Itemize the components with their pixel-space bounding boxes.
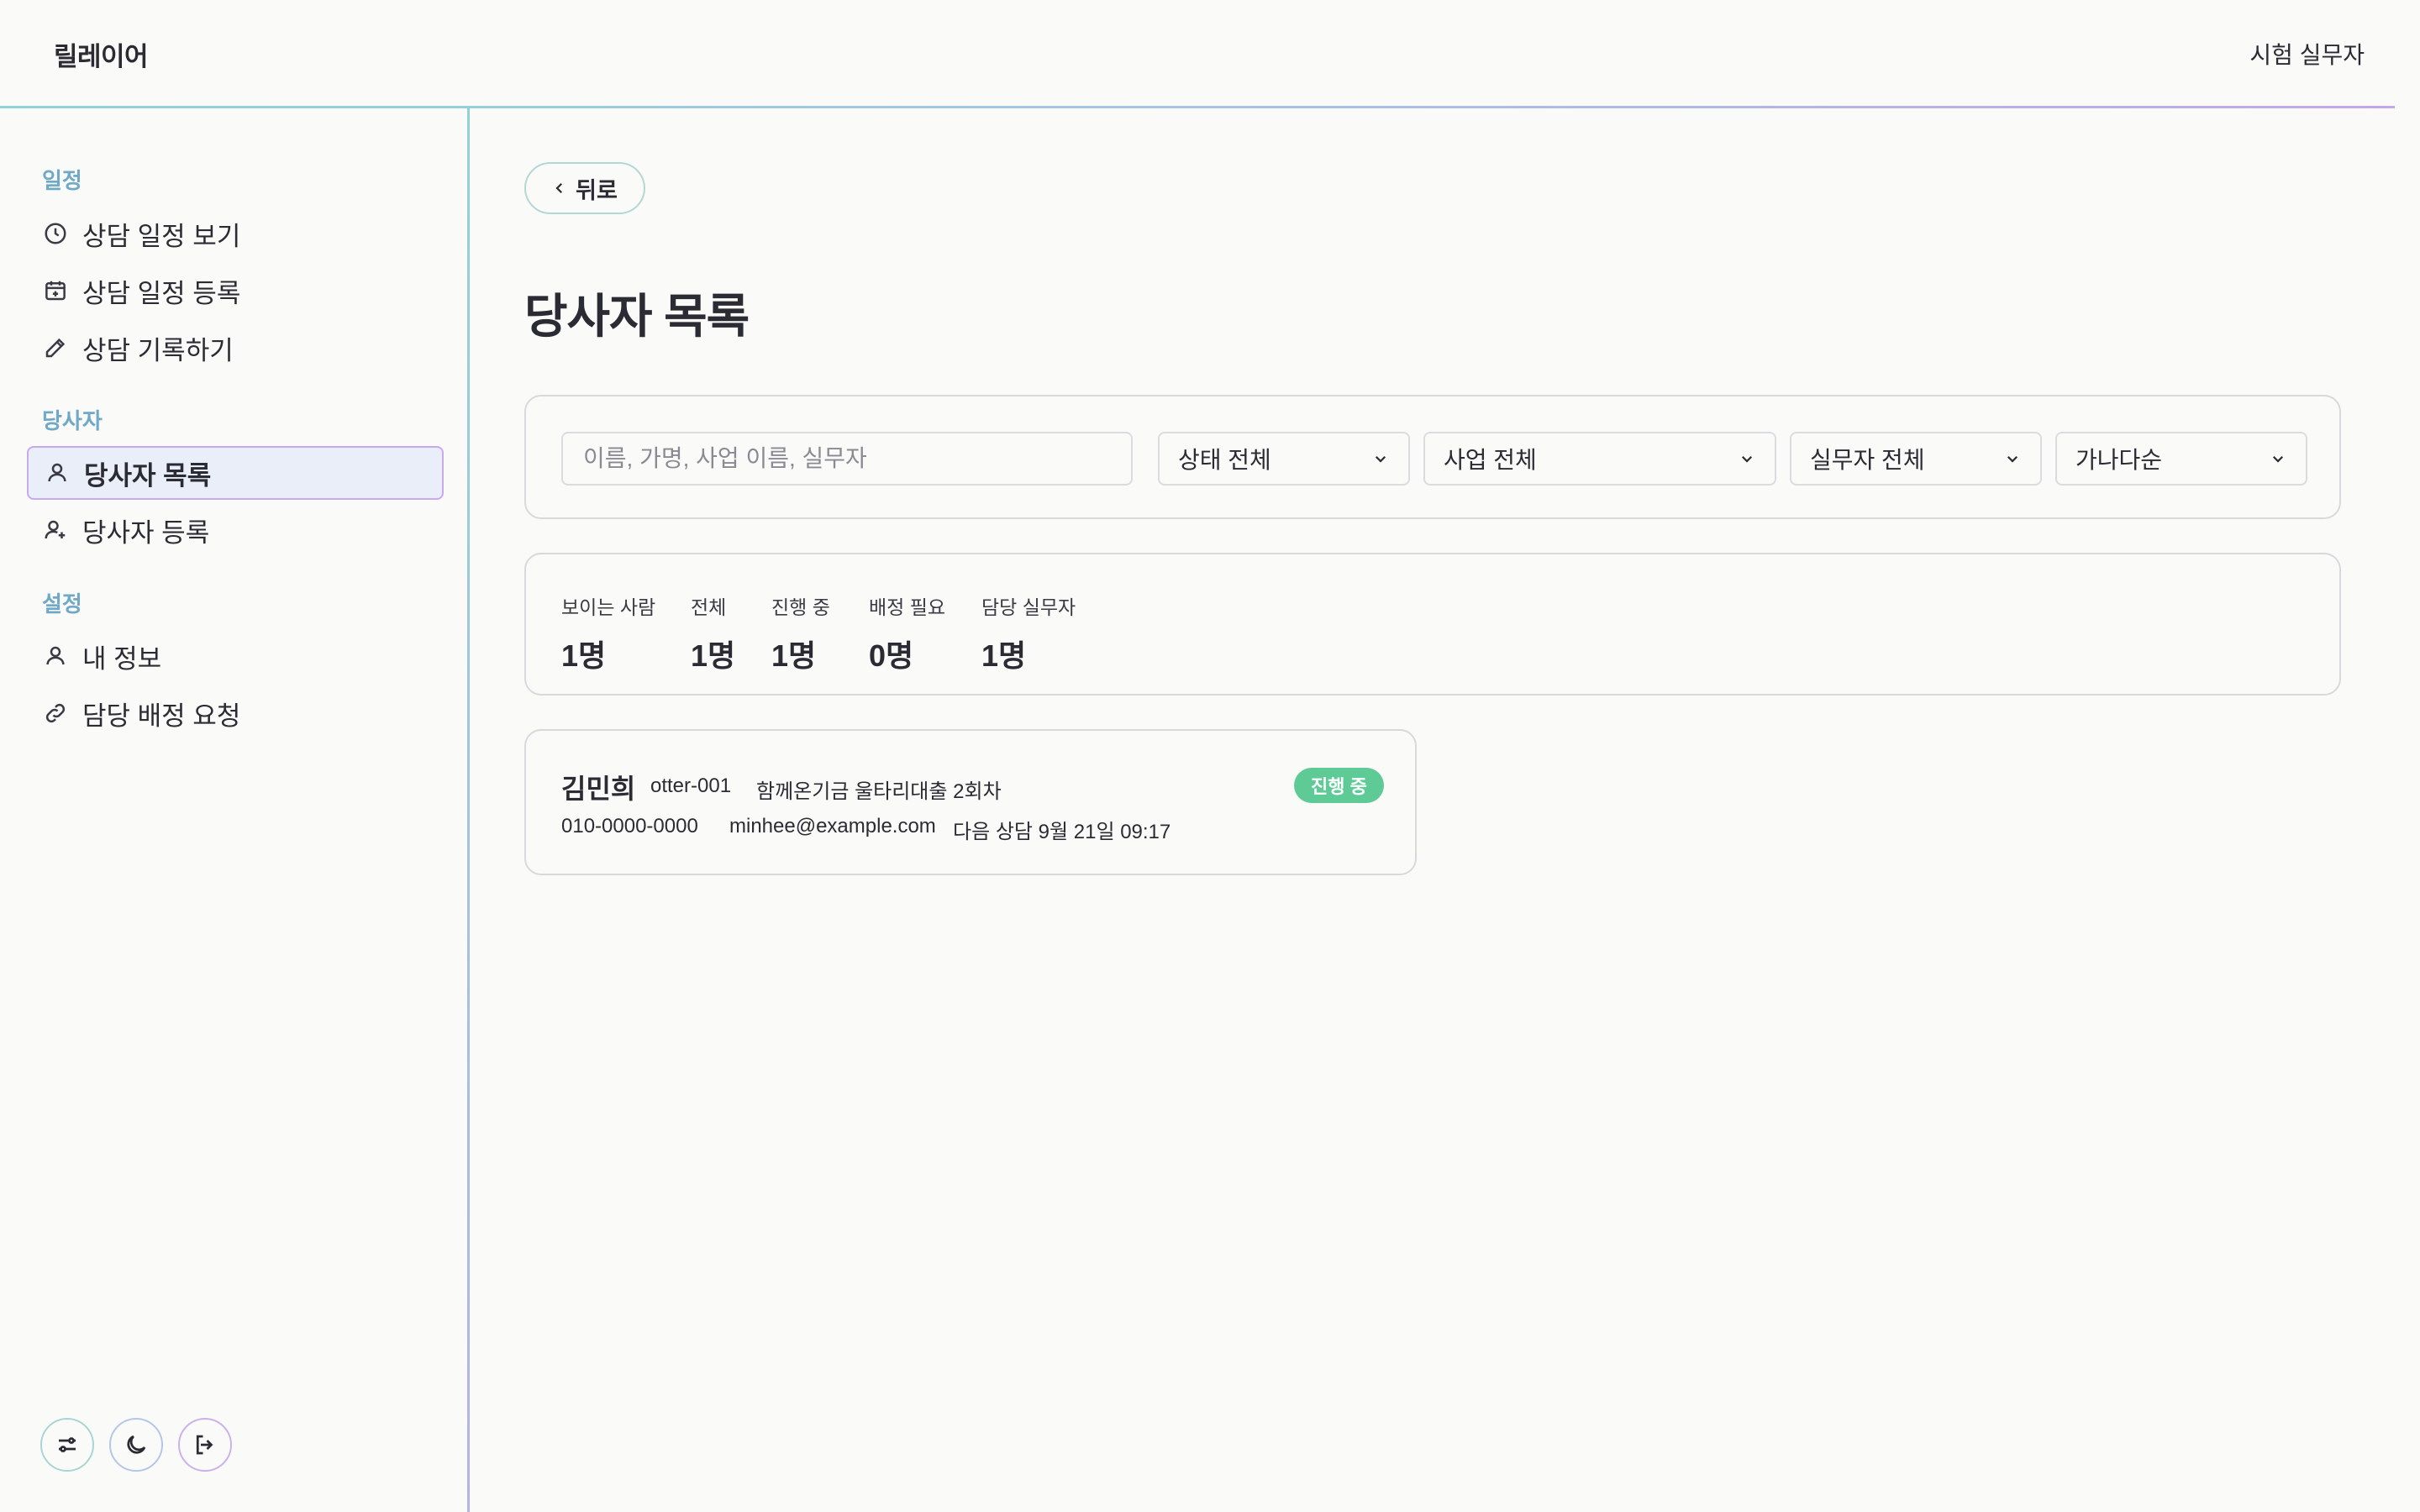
sidebar-item-my-info[interactable]: 내 정보 (27, 629, 444, 683)
app-brand[interactable]: 릴레이어 (54, 35, 149, 73)
person-next-session: 다음 상담 9월 21일 09:17 (953, 821, 1171, 843)
stat-workers: 담당 실무자 1명 (981, 591, 1076, 675)
sidebar-item-assignment-request[interactable]: 담당 배정 요청 (27, 686, 444, 740)
stat-value: 1명 (771, 638, 817, 673)
person-card[interactable]: 김민희 otter-001 함께온기금 울타리대출 2회차 진행 중 010-0… (524, 729, 1417, 875)
sidebar-item-label: 당사자 목록 (84, 460, 212, 491)
stats-panel: 보이는 사람 1명 전체 1명 진행 중 1명 배정 필요 0명 담당 실무자 … (524, 553, 2341, 696)
sidebar-item-record[interactable]: 상담 기록하기 (27, 321, 444, 375)
sidebar-footer (40, 1418, 232, 1472)
sidebar-item-people-list[interactable]: 당사자 목록 (27, 446, 444, 500)
chevron-down-icon (1373, 451, 1388, 466)
nav-section-settings: 설정 (42, 591, 82, 617)
current-user-name[interactable]: 시험 실무자 (2249, 37, 2365, 71)
chevron-left-icon (552, 181, 567, 196)
worker-filter-select[interactable]: 실무자 전체 (1790, 432, 2042, 486)
stat-label: 담당 실무자 (981, 596, 1076, 618)
person-program: 함께온기금 울타리대출 2회차 (756, 780, 1002, 803)
settings-button[interactable] (40, 1418, 94, 1472)
moon-icon (124, 1432, 149, 1457)
stat-total: 전체 1명 (691, 591, 735, 675)
stat-label: 진행 중 (771, 596, 830, 618)
person-email: minhee@example.com (729, 815, 936, 837)
chevron-down-icon (2270, 451, 2286, 466)
sort-value: 가나다순 (2075, 447, 2163, 473)
theme-toggle-button[interactable] (109, 1418, 163, 1472)
sidebar-item-label: 상담 기록하기 (82, 335, 234, 365)
sort-select[interactable]: 가나다순 (2055, 432, 2307, 486)
top-header: 릴레이어 시험 실무자 (0, 0, 2420, 108)
user-icon (42, 643, 69, 669)
program-filter-value: 사업 전체 (1444, 447, 1537, 473)
status-filter-select[interactable]: 상태 전체 (1158, 432, 1410, 486)
person-name: 김민희 (561, 774, 636, 804)
program-filter-select[interactable]: 사업 전체 (1423, 432, 1776, 486)
sidebar-item-label: 상담 일정 등록 (82, 278, 241, 308)
search-input[interactable] (561, 432, 1133, 486)
stat-label: 보이는 사람 (561, 596, 656, 618)
sidebar-item-label: 상담 일정 보기 (82, 221, 241, 251)
sidebar-item-label: 담당 배정 요청 (82, 701, 241, 731)
pencil-icon (42, 334, 69, 361)
user-icon (44, 459, 71, 486)
nav-section-people: 당사자 (42, 408, 103, 433)
nav-section-schedule: 일정 (42, 168, 82, 193)
stat-label: 전체 (691, 596, 727, 618)
filter-bar: 상태 전체 사업 전체 실무자 전체 가나다순 (524, 395, 2341, 519)
sidebar-item-label: 내 정보 (82, 643, 162, 674)
sidebar-item-people-create[interactable]: 당사자 등록 (27, 503, 444, 557)
clock-icon (42, 220, 69, 247)
person-phone: 010-0000-0000 (561, 815, 698, 837)
sidebar-item-label: 당사자 등록 (82, 517, 210, 548)
status-badge: 진행 중 (1294, 768, 1384, 803)
stat-value: 1명 (691, 638, 736, 673)
back-button[interactable]: 뒤로 (524, 162, 645, 214)
chevron-down-icon (2005, 451, 2020, 466)
user-plus-icon (42, 517, 69, 543)
sliders-icon (55, 1432, 80, 1457)
worker-filter-value: 실무자 전체 (1810, 447, 1925, 473)
sidebar-item-schedule-view[interactable]: 상담 일정 보기 (27, 207, 444, 260)
back-label: 뒤로 (576, 177, 618, 203)
stat-value: 1명 (981, 638, 1027, 673)
sidebar-divider (467, 108, 470, 1512)
sidebar-item-schedule-create[interactable]: 상담 일정 등록 (27, 264, 444, 318)
stat-visible: 보이는 사람 1명 (561, 591, 655, 675)
logout-icon (192, 1432, 218, 1457)
logout-button[interactable] (178, 1418, 232, 1472)
link-icon (42, 700, 69, 727)
stat-in-progress: 진행 중 1명 (771, 591, 830, 675)
calendar-plus-icon (42, 277, 69, 304)
stat-value: 1명 (561, 638, 607, 673)
stat-needs-assignment: 배정 필요 0명 (869, 591, 945, 675)
chevron-down-icon (1739, 451, 1754, 466)
stat-label: 배정 필요 (869, 596, 946, 618)
sidebar: 일정 상담 일정 보기 상담 일정 등록 상담 기록하기 당사자 당사자 목록 … (0, 108, 469, 1512)
page-title: 당사자 목록 (524, 290, 750, 343)
status-filter-value: 상태 전체 (1178, 447, 1271, 473)
stat-value: 0명 (869, 638, 914, 673)
person-id: otter-001 (650, 774, 732, 797)
